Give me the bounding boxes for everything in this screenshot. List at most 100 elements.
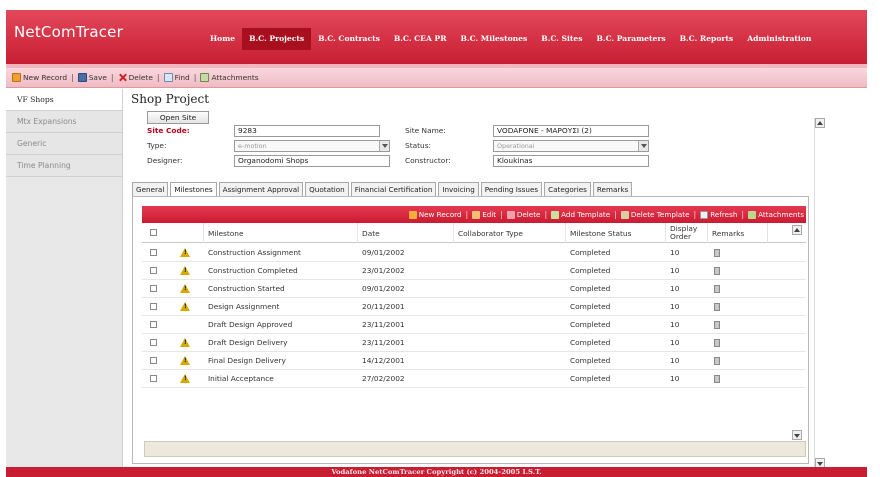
site-name-field[interactable]: VODAFONE - ΜΑΡΟΥΣΙ (2) <box>493 125 649 137</box>
table-row[interactable]: Construction Assignment 09/01/2002 Complet… <box>142 244 806 262</box>
row-checkbox[interactable] <box>150 375 157 382</box>
row-checkbox[interactable] <box>150 339 157 346</box>
find-button[interactable]: Find <box>163 73 190 82</box>
tab-quotation[interactable]: Quotation <box>305 182 349 196</box>
constructor-field[interactable]: Kloukinas <box>493 155 649 167</box>
nav-bc-contracts[interactable]: B.C. Contracts <box>311 28 387 50</box>
nav-bc-reports[interactable]: B.C. Reports <box>673 28 741 50</box>
nav-bc-parameters[interactable]: B.C. Parameters <box>590 28 673 50</box>
tab-assignment-approval[interactable]: Assignment Approval <box>218 182 304 196</box>
row-checkbox[interactable] <box>150 285 157 292</box>
add-template-button[interactable]: Add Template <box>551 210 610 219</box>
column-header-remarks[interactable]: Remarks <box>708 223 768 243</box>
display-order-cell: 10 <box>670 284 680 293</box>
sidebar-item-mtx-expansions[interactable]: Mtx Expansions <box>6 111 122 133</box>
sidebar-item-generic[interactable]: Generic <box>6 133 122 155</box>
grid-new-record-button[interactable]: New Record <box>408 210 461 219</box>
column-header-collaborator-type[interactable]: Collaborator Type <box>454 223 566 243</box>
nav-bc-milestones[interactable]: B.C. Milestones <box>454 28 535 50</box>
warning-icon <box>180 248 190 257</box>
site-code-field[interactable]: 9283 <box>234 125 380 137</box>
nav-bc-cea-pr[interactable]: B.C. CEA PR <box>387 28 454 50</box>
page-scrollbar[interactable] <box>814 118 826 468</box>
milestone-status-cell: Completed <box>570 302 611 311</box>
sidebar-item-vf-shops[interactable]: VF Shops <box>6 89 122 111</box>
select-all-checkbox[interactable] <box>150 229 157 236</box>
remarks-note-icon[interactable] <box>714 357 720 365</box>
scroll-down-icon[interactable] <box>792 430 802 440</box>
remarks-note-icon[interactable] <box>714 339 720 347</box>
grid-delete-label: Delete <box>516 210 541 219</box>
delete-template-label: Delete Template <box>630 210 690 219</box>
delete-button[interactable]: Delete <box>118 73 153 82</box>
table-row[interactable]: Design Assignment 20/11/2001 Completed 10 <box>142 298 806 316</box>
remarks-note-icon[interactable] <box>714 303 720 311</box>
tab-milestones[interactable]: Milestones <box>170 182 217 197</box>
row-checkbox[interactable] <box>150 303 157 310</box>
type-label: Type: <box>147 141 167 150</box>
open-site-button[interactable]: Open Site <box>147 111 209 124</box>
tab-pending-issues[interactable]: Pending Issues <box>480 182 543 196</box>
warning-icon <box>180 266 190 275</box>
record-toolbar: New Record | Save | Delete | Find | Atta… <box>6 68 867 88</box>
delete-template-button[interactable]: Delete Template <box>620 210 690 219</box>
grid-toolbar-separator: | <box>741 210 745 219</box>
scroll-up-icon[interactable] <box>815 118 825 128</box>
remarks-note-icon[interactable] <box>714 267 720 275</box>
column-header-milestone-status[interactable]: Milestone Status <box>566 223 666 243</box>
toolbar-separator: | <box>110 73 114 82</box>
app-header: NetComTracer Home B.C. Projects B.C. Con… <box>6 10 867 64</box>
refresh-button[interactable]: Refresh <box>700 210 737 219</box>
date-cell: 23/11/2001 <box>362 338 405 347</box>
grid-edit-button[interactable]: Edit <box>472 210 496 219</box>
table-row[interactable]: Construction Completed 23/01/2002 Complete… <box>142 262 806 280</box>
remarks-note-icon[interactable] <box>714 285 720 293</box>
nav-bc-sites[interactable]: B.C. Sites <box>534 28 589 50</box>
milestone-cell: Construction Assignment <box>208 248 301 257</box>
row-checkbox[interactable] <box>150 249 157 256</box>
table-row[interactable]: Final Design Delivery 14/12/2001 Completed… <box>142 352 806 370</box>
attachments-button[interactable]: Attachments <box>200 73 259 82</box>
column-header-date[interactable]: Date <box>358 223 454 243</box>
grid-toolbar-separator: | <box>465 210 469 219</box>
remarks-note-icon[interactable] <box>714 249 720 257</box>
main-content: Shop Project Open Site Site Code: 9283 S… <box>123 89 867 468</box>
status-select[interactable]: Operational <box>493 140 649 152</box>
tab-general[interactable]: General <box>132 182 169 196</box>
new-record-button[interactable]: New Record <box>12 73 67 82</box>
designer-label: Designer: <box>147 156 183 165</box>
nav-administration[interactable]: Administration <box>740 28 818 50</box>
column-header-milestone[interactable]: Milestone <box>204 223 358 243</box>
milestone-cell: Draft Design Approved <box>208 320 293 329</box>
tab-invoicing[interactable]: Invoicing <box>438 182 479 196</box>
sidebar-item-time-planning[interactable]: Time Planning <box>6 155 122 177</box>
grid-delete-button[interactable]: Delete <box>506 210 541 219</box>
app-frame: NetComTracer Home B.C. Projects B.C. Con… <box>6 10 867 477</box>
row-checkbox[interactable] <box>150 321 157 328</box>
type-select[interactable]: e-motion <box>234 140 390 152</box>
attachments-icon <box>200 73 210 82</box>
save-button[interactable]: Save <box>77 73 107 82</box>
tab-categories[interactable]: Categories <box>544 182 591 196</box>
find-icon <box>163 73 173 82</box>
table-row[interactable]: Draft Design Delivery 23/11/2001 Completed… <box>142 334 806 352</box>
grid-scrollbar[interactable] <box>792 225 802 475</box>
column-header-display-order[interactable]: Display Order <box>666 223 708 243</box>
table-row[interactable]: Draft Design Approved 23/11/2001 Completed… <box>142 316 806 334</box>
remarks-note-icon[interactable] <box>714 375 720 383</box>
site-code-label: Site Code: <box>147 126 190 135</box>
row-checkbox[interactable] <box>150 357 157 364</box>
tab-remarks[interactable]: Remarks <box>592 182 633 196</box>
app-logo: NetComTracer <box>14 23 123 41</box>
nav-bc-projects[interactable]: B.C. Projects <box>242 28 312 50</box>
date-cell: 23/11/2001 <box>362 320 405 329</box>
table-row[interactable]: Construction Started 09/01/2002 Completed 1… <box>142 280 806 298</box>
scroll-up-icon[interactable] <box>792 225 802 235</box>
table-row[interactable]: Initial Acceptance 27/02/2002 Completed 10 <box>142 370 806 388</box>
nav-home[interactable]: Home <box>203 28 242 50</box>
row-checkbox[interactable] <box>150 267 157 274</box>
designer-field[interactable]: Organodomi Shops <box>234 155 390 167</box>
tab-financial-certification[interactable]: Financial Certification <box>350 182 437 196</box>
remarks-note-icon[interactable] <box>714 321 720 329</box>
grid-attachments-button[interactable]: Attachments <box>748 210 804 219</box>
